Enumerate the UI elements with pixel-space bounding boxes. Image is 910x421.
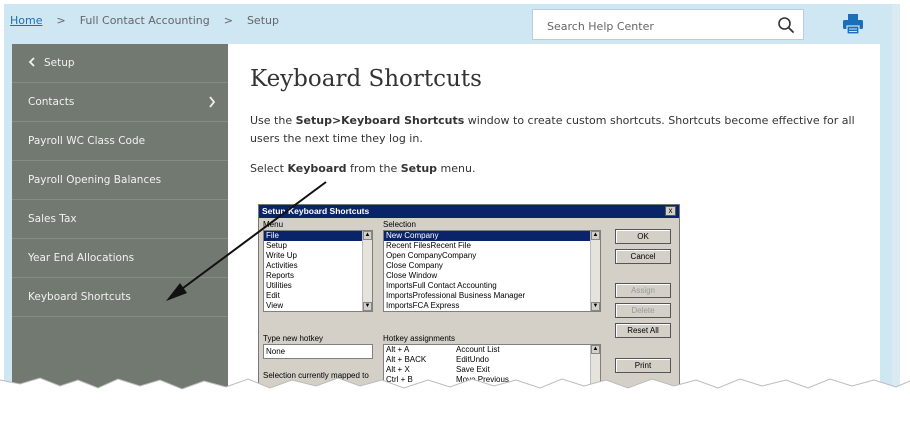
intro-paragraph: Use the Setup>Keyboard Shortcuts window …: [250, 112, 860, 148]
scroll-up-icon[interactable]: ▲: [363, 231, 372, 240]
selection-label: Selection: [383, 220, 416, 229]
hotkey-key: Alt + BACK: [386, 355, 427, 364]
hotkey-assignments-label: Hotkey assignments: [383, 334, 456, 343]
list-item[interactable]: Edit: [264, 291, 372, 301]
help-page-frame: Home > Full Contact Accounting > Setup S…: [4, 4, 892, 404]
list-item[interactable]: View: [264, 301, 372, 311]
list-item[interactable]: Utilities: [264, 281, 372, 291]
scrollbar[interactable]: ▲ ▼: [590, 231, 600, 311]
list-item[interactable]: Close Company: [384, 261, 600, 271]
text-bold: Setup>Keyboard Shortcuts: [295, 114, 465, 127]
list-item[interactable]: ImportsFCA Express: [384, 301, 600, 311]
hotkey-key: Alt + A: [386, 345, 410, 354]
print-button[interactable]: Print: [615, 358, 671, 373]
mapped-to-label: Selection currently mapped to: [263, 371, 369, 380]
text-fragment: Select: [250, 162, 288, 175]
sidebar-item-contacts[interactable]: Contacts: [12, 83, 228, 122]
breadcrumb-current[interactable]: Setup: [247, 14, 279, 27]
sidebar-item-payroll-opening-balances[interactable]: Payroll Opening Balances: [12, 161, 228, 200]
sidebar-item-label: Year End Allocations: [28, 252, 135, 264]
list-item[interactable]: ImportsProfessional Business Manager: [384, 291, 600, 301]
hotkey-row[interactable]: Alt + X Save Exit: [384, 365, 600, 375]
hotkey-action: Move Previous: [456, 375, 509, 384]
list-item[interactable]: Recent FilesRecent File: [384, 241, 600, 251]
sidebar-item-label: Contacts: [28, 96, 75, 108]
assign-button[interactable]: Assign: [615, 283, 671, 298]
delete-button[interactable]: Delete: [615, 303, 671, 318]
sidebar-back-setup[interactable]: Setup: [12, 44, 228, 83]
sidebar-back-label: Setup: [44, 57, 75, 69]
type-hotkey-label: Type new hotkey: [263, 334, 324, 343]
scrollbar[interactable]: ▲ ▼: [362, 231, 372, 311]
list-item[interactable]: Close Window: [384, 271, 600, 281]
main-content: Keyboard Shortcuts Use the Setup>Keyboar…: [228, 44, 880, 404]
hotkey-action: EditUndo: [456, 355, 489, 364]
hotkey-row[interactable]: Ctrl + B Move Previous: [384, 375, 600, 385]
hotkey-key: Alt + X: [386, 365, 410, 374]
sidebar-item-label: Payroll WC Class Code: [28, 135, 146, 147]
list-item[interactable]: New Company: [384, 231, 600, 241]
instruction-paragraph: Select Keyboard from the Setup menu.: [250, 162, 475, 175]
breadcrumb-separator: >: [223, 14, 233, 27]
list-item[interactable]: Window: [264, 311, 372, 312]
search-input[interactable]: [545, 17, 769, 35]
chevron-right-icon: [208, 96, 216, 111]
text-fragment: from the: [346, 162, 401, 175]
sidebar-item-sales-tax[interactable]: Sales Tax: [12, 200, 228, 239]
hotkey-row[interactable]: Alt + BACK EditUndo: [384, 355, 600, 365]
sidebar-item-keyboard-shortcuts[interactable]: Keyboard Shortcuts: [12, 278, 228, 317]
scroll-up-icon[interactable]: ▲: [591, 345, 600, 354]
list-item[interactable]: Setup: [264, 241, 372, 251]
hotkey-action: Account List: [456, 345, 500, 354]
hotkey-row[interactable]: Alt + A Account List: [384, 345, 600, 355]
breadcrumb: Home > Full Contact Accounting > Setup: [10, 14, 293, 27]
breadcrumb-separator: >: [56, 14, 66, 27]
sidebar: Setup Contacts Payroll WC Class Code Pay…: [12, 44, 228, 404]
text-fragment: Use the: [250, 114, 296, 127]
sidebar-item-label: Sales Tax: [28, 213, 77, 225]
list-item[interactable]: Activities: [264, 261, 372, 271]
printer-icon[interactable]: [842, 13, 864, 35]
reset-all-button[interactable]: Reset All: [615, 323, 671, 338]
hotkey-key: Ctrl + B: [386, 375, 413, 384]
list-item[interactable]: Write Up: [264, 251, 372, 261]
hotkey-input[interactable]: None: [263, 344, 373, 359]
close-icon[interactable]: x: [665, 206, 676, 216]
hotkey-assignments-listbox[interactable]: Alt + A Account List Alt + BACK EditUndo Alt…: [383, 344, 601, 404]
sidebar-item-label: Keyboard Shortcuts: [28, 291, 131, 303]
text-bold: Keyboard: [287, 162, 347, 175]
search-box[interactable]: [532, 9, 804, 40]
text-bold: Setup: [400, 162, 438, 175]
breadcrumb-home-link[interactable]: Home: [10, 14, 42, 27]
hotkey-action: Save Exit: [456, 365, 490, 374]
list-item[interactable]: File: [264, 231, 372, 241]
scroll-down-icon[interactable]: ▼: [591, 302, 600, 311]
scroll-up-icon[interactable]: ▲: [591, 231, 600, 240]
top-bar: Home > Full Contact Accounting > Setup: [4, 4, 892, 44]
sidebar-item-payroll-wc-class-code[interactable]: Payroll WC Class Code: [12, 122, 228, 161]
breadcrumb-app-link[interactable]: Full Contact Accounting: [80, 14, 210, 27]
scroll-down-icon[interactable]: ▼: [363, 302, 372, 311]
list-item[interactable]: Open CompanyCompany: [384, 251, 600, 261]
setup-keyboard-shortcuts-dialog: Setup Keyboard Shortcuts x Menu File Setu…: [258, 204, 680, 404]
sidebar-item-label: Payroll Opening Balances: [28, 174, 162, 186]
page-title: Keyboard Shortcuts: [250, 66, 482, 92]
chevron-left-icon: [28, 56, 36, 70]
text-fragment: menu.: [437, 162, 476, 175]
scroll-down-icon[interactable]: ▼: [591, 394, 600, 403]
list-item[interactable]: Reports: [264, 271, 372, 281]
scrollbar[interactable]: ▲ ▼: [590, 345, 600, 403]
selection-listbox[interactable]: New Company Recent FilesRecent File Open C…: [383, 230, 601, 312]
ok-button[interactable]: OK: [615, 229, 671, 244]
list-item[interactable]: ImportsBusinessSystem: [384, 311, 600, 312]
sidebar-item-year-end-allocations[interactable]: Year End Allocations: [12, 239, 228, 278]
scrollbar[interactable]: [892, 4, 900, 404]
menu-listbox[interactable]: File Setup Write Up Activities Reports Utilit…: [263, 230, 373, 312]
menu-label: Menu: [263, 220, 284, 229]
dialog-title: Setup Keyboard Shortcuts: [259, 205, 679, 218]
cancel-button[interactable]: Cancel: [615, 249, 671, 264]
list-item[interactable]: ImportsFull Contact Accounting: [384, 281, 600, 291]
search-icon[interactable]: [777, 16, 795, 34]
